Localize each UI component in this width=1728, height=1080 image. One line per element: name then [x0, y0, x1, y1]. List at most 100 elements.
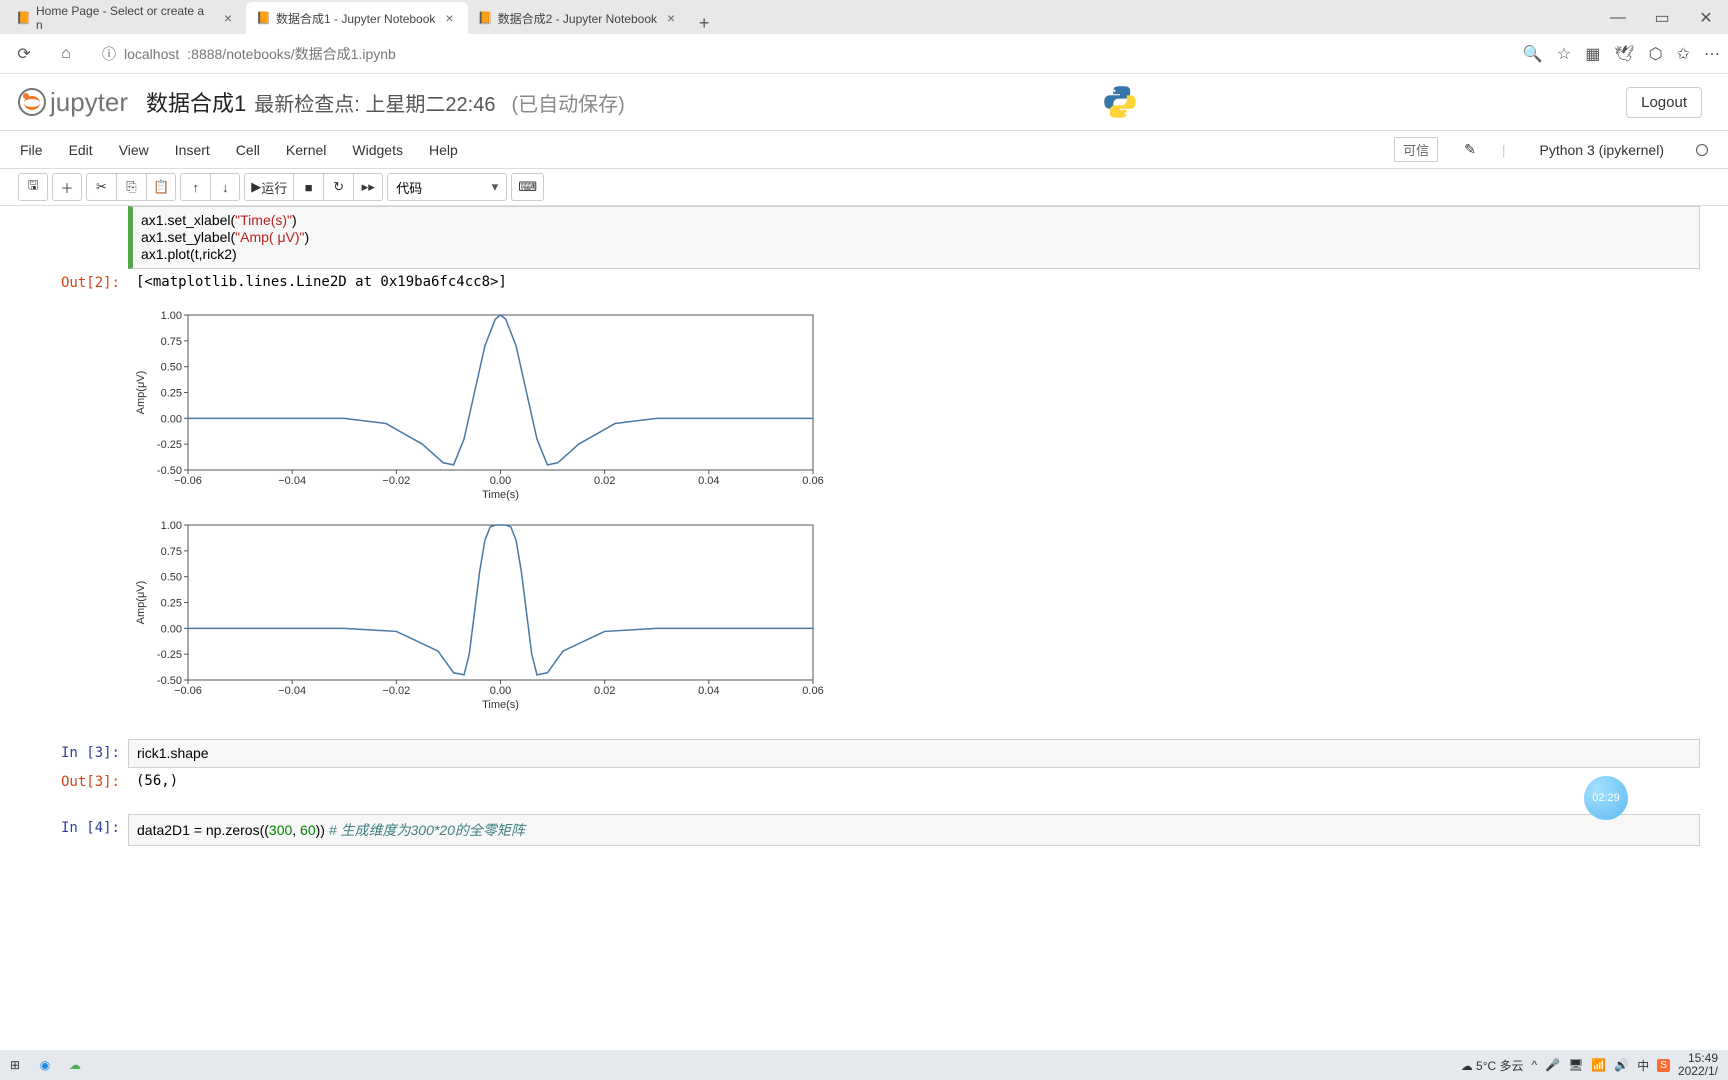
browser-tabstrip: 📙 Home Page - Select or create a n × 📙 数… — [0, 0, 1728, 34]
cut-button[interactable]: ✂ — [86, 173, 116, 201]
copy-button[interactable]: ⎘ — [116, 173, 146, 201]
svg-text:0.25: 0.25 — [161, 388, 182, 400]
clock-time[interactable]: 15:49 — [1688, 1051, 1718, 1065]
code-input[interactable]: ax1.set_xlabel("Time(s)") ax1.set_ylabel… — [128, 206, 1700, 269]
celltype-select[interactable]: 代码 — [387, 173, 507, 201]
bird-icon[interactable]: 🕊 — [1614, 44, 1634, 64]
edit-icon[interactable]: ✎ — [1464, 141, 1476, 158]
trusted-indicator[interactable]: 可信 — [1394, 137, 1438, 162]
restart-run-all-button[interactable]: ▸▸ — [353, 173, 383, 201]
sogou-icon[interactable]: S — [1657, 1059, 1670, 1072]
extension-icon[interactable]: ▦ — [1585, 44, 1600, 64]
zoom-icon[interactable]: 🔍 — [1523, 44, 1543, 64]
kernel-name[interactable]: Python 3 (ipykernel) — [1539, 142, 1664, 158]
new-tab-button[interactable]: + — [689, 13, 719, 34]
run-button[interactable]: ▶ 运行 — [244, 173, 293, 201]
chart-output: -0.50-0.250.000.250.500.751.00−0.06−0.04… — [128, 297, 1700, 723]
jupyter-icon: 📙 — [256, 11, 270, 25]
menu-edit[interactable]: Edit — [69, 142, 93, 158]
output-text: (56,) — [128, 768, 1700, 796]
svg-text:0.04: 0.04 — [698, 685, 719, 697]
output-cell-3: Out[3]: (56,) — [28, 768, 1700, 796]
clock-date[interactable]: 2022/1/ — [1678, 1064, 1718, 1078]
stop-button[interactable]: ■ — [293, 173, 323, 201]
refresh-button[interactable]: ⟳ — [8, 38, 40, 70]
prompt-in — [28, 206, 128, 269]
code-cell-2[interactable]: ax1.set_xlabel("Time(s)") ax1.set_ylabel… — [28, 206, 1700, 269]
menubar: File Edit View Insert Cell Kernel Widget… — [0, 131, 1728, 169]
menu-help[interactable]: Help — [429, 142, 458, 158]
menu-icon[interactable]: ⋯ — [1704, 44, 1720, 64]
recording-badge: 02:29 — [1584, 776, 1628, 820]
prompt-out: Out[3]: — [28, 768, 128, 796]
kernel-status-icon — [1696, 144, 1708, 156]
addr-toolbar-right: 🔍 ☆ ▦ 🕊 ⬡ ✩ ⋯ — [1523, 44, 1720, 64]
tab-notebook-1[interactable]: 📙 数据合成1 - Jupyter Notebook × — [246, 2, 468, 34]
save-button[interactable]: 🖫 — [18, 173, 48, 201]
home-button[interactable]: ⌂ — [50, 38, 82, 70]
prompt-in: In [4]: — [28, 814, 128, 846]
close-icon[interactable]: × — [663, 10, 679, 26]
edge-icon[interactable]: ◉ — [30, 1050, 60, 1080]
tab-notebook-2[interactable]: 📙 数据合成2 - Jupyter Notebook × — [468, 2, 690, 34]
weather-widget[interactable]: ☁ 5°C 多云 — [1461, 1057, 1524, 1074]
code-input[interactable]: data2D1 = np.zeros((300, 60)) # 生成维度为300… — [128, 814, 1700, 846]
jupyter-logo-text: jupyter — [50, 87, 128, 118]
tab-title: 数据合成1 - Jupyter Notebook — [276, 10, 435, 27]
wechat-icon[interactable]: ☁ — [60, 1050, 90, 1080]
menu-insert[interactable]: Insert — [175, 142, 210, 158]
svg-text:0.00: 0.00 — [161, 623, 182, 635]
menu-cell[interactable]: Cell — [236, 142, 260, 158]
svg-text:−0.02: −0.02 — [382, 475, 410, 487]
prompt-in: In [3]: — [28, 739, 128, 768]
notebook-title[interactable]: 数据合成1 — [146, 86, 246, 118]
display-icon[interactable]: 🖥 — [1568, 1058, 1583, 1072]
svg-text:−0.04: −0.04 — [278, 685, 306, 697]
menu-file[interactable]: File — [20, 142, 43, 158]
tab-title: 数据合成2 - Jupyter Notebook — [498, 10, 657, 27]
tab-title: Home Page - Select or create a n — [36, 4, 214, 32]
notebook-body: ax1.set_xlabel("Time(s)") ax1.set_ylabel… — [0, 206, 1728, 1051]
code-cell-4[interactable]: In [4]: data2D1 = np.zeros((300, 60)) # … — [28, 814, 1700, 846]
close-button[interactable]: ✕ — [1684, 2, 1728, 34]
start-button[interactable]: ⊞ — [0, 1050, 30, 1080]
menu-kernel[interactable]: Kernel — [286, 142, 326, 158]
paste-button[interactable]: 📋 — [146, 173, 176, 201]
svg-text:0.00: 0.00 — [490, 685, 511, 697]
wifi-icon[interactable]: 📶 — [1591, 1058, 1606, 1072]
tray-chevron-icon[interactable]: ^ — [1532, 1058, 1538, 1072]
svg-text:−0.04: −0.04 — [278, 475, 306, 487]
code-input[interactable]: rick1.shape — [128, 739, 1700, 768]
move-down-button[interactable]: ↓ — [210, 173, 240, 201]
maximize-button[interactable]: ▭ — [1640, 2, 1684, 34]
close-icon[interactable]: × — [220, 10, 236, 26]
move-up-button[interactable]: ↑ — [180, 173, 210, 201]
close-icon[interactable]: × — [441, 10, 457, 26]
favorite-icon[interactable]: ☆ — [1557, 44, 1571, 64]
url-display[interactable]: ⓘ localhost:8888/notebooks/数据合成1.ipynb — [92, 39, 406, 69]
jupyter-header: jupyter 数据合成1 最新检查点: 上星期二22:46 (已自动保存) L… — [0, 74, 1728, 131]
minimize-button[interactable]: — — [1596, 2, 1640, 34]
svg-text:0.25: 0.25 — [161, 598, 182, 610]
command-palette-button[interactable]: ⌨ — [511, 173, 544, 201]
tab-home[interactable]: 📙 Home Page - Select or create a n × — [6, 2, 246, 34]
favorites-bar-icon[interactable]: ✩ — [1677, 44, 1690, 64]
output-text: [<matplotlib.lines.Line2D at 0x19ba6fc4c… — [128, 269, 1700, 297]
menu-widgets[interactable]: Widgets — [352, 142, 403, 158]
svg-text:-0.25: -0.25 — [157, 439, 182, 451]
code-cell-3[interactable]: In [3]: rick1.shape — [28, 739, 1700, 768]
logout-button[interactable]: Logout — [1626, 87, 1702, 118]
puzzle-icon[interactable]: ⬡ — [1649, 44, 1663, 64]
restart-button[interactable]: ↻ — [323, 173, 353, 201]
mic-icon[interactable]: 🎤 — [1545, 1058, 1560, 1072]
svg-text:−0.06: −0.06 — [174, 685, 202, 697]
volume-icon[interactable]: 🔊 — [1614, 1058, 1629, 1072]
jupyter-logo[interactable]: jupyter — [18, 87, 128, 118]
svg-text:−0.02: −0.02 — [382, 685, 410, 697]
add-cell-button[interactable]: ＋ — [52, 173, 82, 201]
menu-view[interactable]: View — [119, 142, 149, 158]
toolbar: 🖫 ＋ ✂ ⎘ 📋 ↑ ↓ ▶ 运行 ■ ↻ ▸▸ 代码 ⌨ — [0, 169, 1728, 206]
ime-indicator[interactable]: 中 — [1637, 1057, 1649, 1074]
url-path: :8888/notebooks/数据合成1.ipynb — [187, 44, 396, 64]
svg-text:0.00: 0.00 — [161, 413, 182, 425]
